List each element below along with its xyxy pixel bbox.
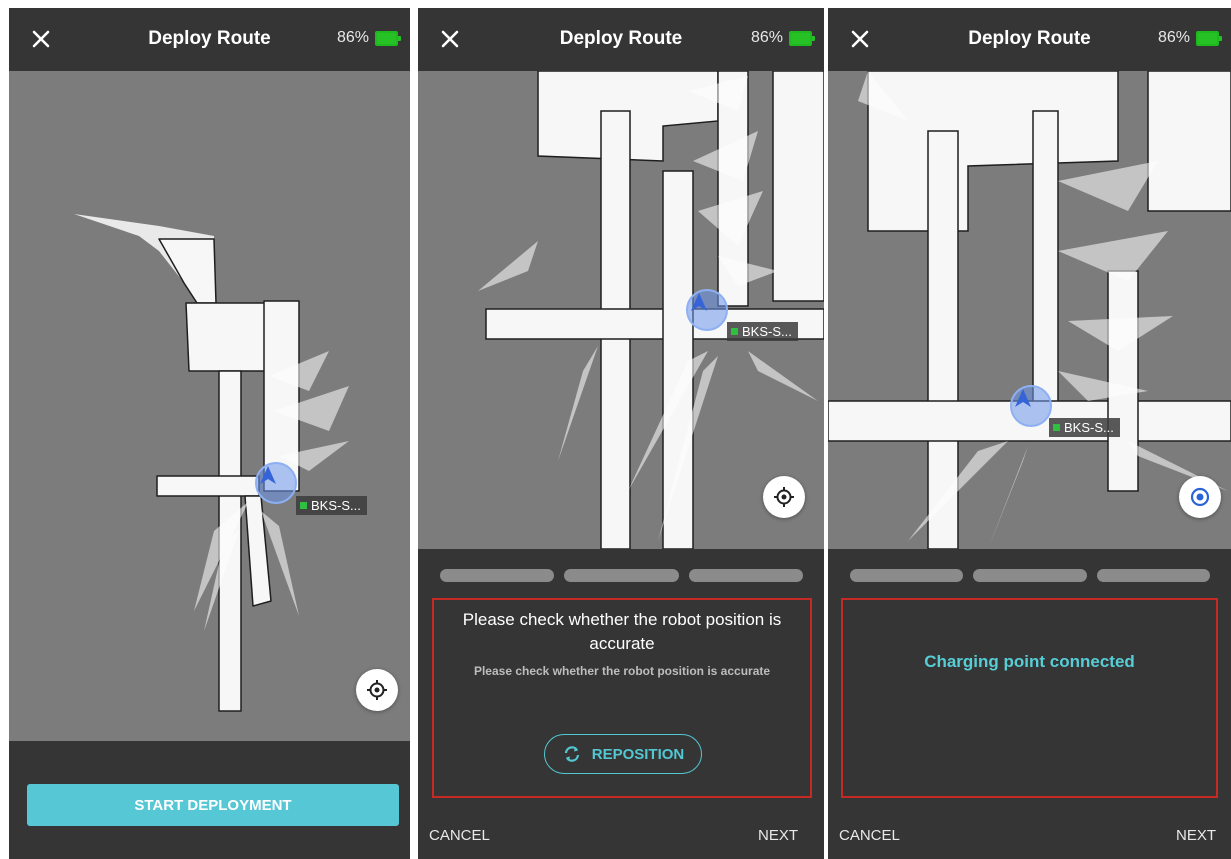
locate-button[interactable] — [1179, 476, 1221, 518]
crosshair-icon — [367, 680, 387, 700]
map-view[interactable]: BKS-S... — [828, 71, 1231, 549]
start-deployment-button[interactable]: START DEPLOYMENT — [27, 784, 399, 826]
robot-name: BKS-S... — [311, 498, 361, 513]
robot-label: BKS-S... — [727, 322, 798, 341]
robot-name: BKS-S... — [1064, 420, 1114, 435]
battery-icon — [375, 30, 401, 46]
top-bar: Deploy Route 86% — [9, 8, 410, 71]
robot-marker[interactable] — [255, 462, 297, 504]
robot-marker[interactable] — [686, 289, 728, 331]
battery-status: 86% — [750, 29, 815, 47]
step-2 — [564, 569, 679, 582]
crosshair-icon — [774, 487, 794, 507]
top-bar: Deploy Route 86% — [828, 8, 1231, 71]
status-dot — [1053, 424, 1060, 431]
deploy-route-screen-1: Deploy Route 86% BKS-S... START DEPLOYME… — [9, 8, 410, 859]
battery-icon — [789, 30, 815, 46]
step-1 — [850, 569, 964, 582]
next-button[interactable]: NEXT — [758, 827, 798, 844]
robot-label: BKS-S... — [1049, 418, 1120, 437]
cancel-button[interactable]: CANCEL — [429, 827, 490, 844]
step-indicator — [850, 569, 1210, 583]
refresh-icon — [564, 746, 579, 762]
deploy-route-screen-3: Deploy Route 86% BKS-S... Charging point… — [828, 8, 1231, 859]
navigation-arrow-icon — [260, 466, 276, 484]
robot-name: BKS-S... — [742, 324, 792, 339]
reposition-button[interactable]: REPOSITION — [544, 734, 702, 774]
navigation-arrow-icon — [691, 293, 707, 311]
battery-percent: 86% — [1157, 29, 1190, 46]
card-subtext: Please check whether the robot position … — [473, 664, 771, 678]
robot-marker[interactable] — [1010, 385, 1052, 427]
card-heading: Please check whether the robot position … — [462, 610, 782, 653]
battery-percent: 86% — [336, 29, 369, 46]
next-button[interactable]: NEXT — [1176, 827, 1216, 844]
reposition-label: REPOSITION — [591, 745, 685, 763]
locate-button[interactable] — [356, 669, 398, 711]
charging-status-text: Charging point connected — [924, 652, 1135, 671]
battery-status: 86% — [336, 29, 401, 47]
map-view[interactable]: BKS-S... — [418, 71, 824, 549]
robot-label: BKS-S... — [296, 496, 367, 515]
deploy-route-screen-2: Deploy Route 86% BKS-S... Please check w… — [418, 8, 824, 859]
locate-button[interactable] — [763, 476, 805, 518]
position-check-card: Please check whether the robot position … — [432, 598, 812, 798]
navigation-arrow-icon — [1015, 389, 1031, 407]
battery-icon — [1196, 30, 1222, 46]
battery-status: 86% — [1157, 29, 1222, 47]
step-1 — [440, 569, 555, 582]
step-2 — [973, 569, 1087, 582]
step-3 — [688, 569, 803, 582]
status-dot — [731, 328, 738, 335]
status-dot — [300, 502, 307, 509]
battery-percent: 86% — [750, 29, 783, 46]
map-view[interactable]: BKS-S... — [9, 71, 410, 741]
step-indicator — [440, 569, 803, 583]
charging-status-card: Charging point connected — [841, 598, 1218, 798]
target-icon — [1190, 487, 1210, 507]
step-3 — [1096, 569, 1210, 582]
top-bar: Deploy Route 86% — [418, 8, 824, 71]
cancel-button[interactable]: CANCEL — [839, 827, 900, 844]
